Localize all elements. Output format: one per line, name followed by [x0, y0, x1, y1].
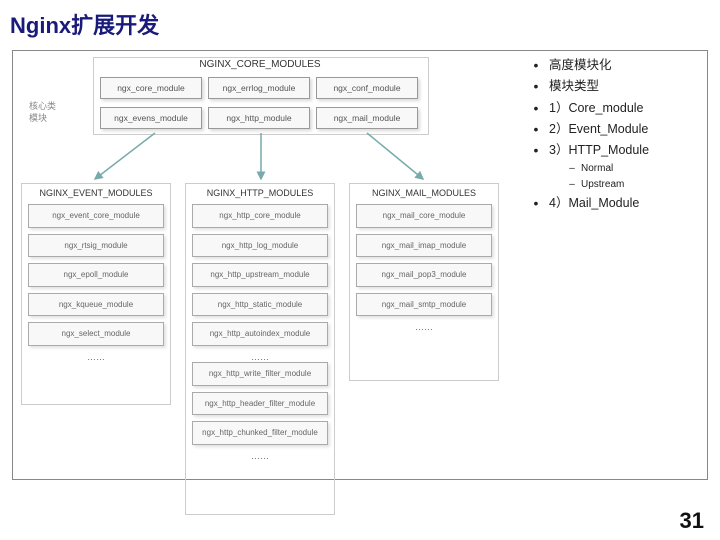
side-label-line2: 模块 — [29, 113, 47, 123]
ellipsis: …… — [356, 322, 492, 332]
module-box: ngx_mail_imap_module — [356, 234, 492, 258]
module-box: ngx_errlog_module — [208, 77, 310, 99]
main-content-frame: NGINX_CORE_MODULES 核心类 模块 ngx_core_modul… — [12, 50, 708, 480]
module-box: ngx_conf_module — [316, 77, 418, 99]
core-row-1: ngx_core_module ngx_errlog_module ngx_co… — [100, 77, 418, 99]
module-box: ngx_select_module — [28, 322, 164, 346]
bullet-list: • 高度模块化 • 模块类型 • 1）Core_module • 2）Event… — [523, 55, 713, 215]
module-box: ngx_http_static_module — [192, 293, 328, 317]
module-box: ngx_event_core_module — [28, 204, 164, 228]
module-box: ngx_http_upstream_module — [192, 263, 328, 287]
side-label-line1: 核心类 — [29, 101, 56, 111]
bullet-text: 1）Core_module — [549, 98, 644, 119]
module-box: ngx_epoll_module — [28, 263, 164, 287]
module-box: ngx_http_chunked_filter_module — [192, 421, 328, 445]
slide-title: Nginx扩展开发 — [10, 8, 159, 40]
bullet-text: 高度模块化 — [549, 55, 612, 76]
http-modules-column: NGINX_HTTP_MODULES ngx_http_core_module … — [185, 183, 335, 515]
event-col-header: NGINX_EVENT_MODULES — [28, 188, 164, 198]
bullet-dot-icon: • — [523, 98, 549, 119]
bullet-dot-icon: • — [523, 76, 549, 97]
sub-bullet-list: – Normal – Upstream — [563, 161, 713, 193]
bullet-text: 3）HTTP_Module — [549, 140, 649, 161]
list-item: • 模块类型 — [523, 76, 713, 97]
list-item: • 2）Event_Module — [523, 119, 713, 140]
http-col-header: NGINX_HTTP_MODULES — [192, 188, 328, 198]
bullet-dot-icon: • — [523, 55, 549, 76]
module-box: ngx_http_write_filter_module — [192, 362, 328, 386]
list-item: – Upstream — [563, 177, 713, 193]
ellipsis: …… — [192, 451, 328, 461]
list-item: • 3）HTTP_Module — [523, 140, 713, 161]
module-box: ngx_mail_core_module — [356, 204, 492, 228]
bullet-dot-icon: • — [523, 140, 549, 161]
event-modules-column: NGINX_EVENT_MODULES ngx_event_core_modul… — [21, 183, 171, 405]
bullet-text: 2）Event_Module — [549, 119, 648, 140]
module-box: ngx_mail_smtp_module — [356, 293, 492, 317]
list-item: • 4）Mail_Module — [523, 193, 713, 214]
list-item: • 高度模块化 — [523, 55, 713, 76]
connector-arrows-icon — [15, 131, 505, 181]
module-box: ngx_evens_module — [100, 107, 202, 129]
list-item: – Normal — [563, 161, 713, 177]
module-diagram: NGINX_CORE_MODULES 核心类 模块 ngx_core_modul… — [15, 53, 505, 473]
ellipsis: …… — [28, 352, 164, 362]
module-box: ngx_rtsig_module — [28, 234, 164, 258]
mail-col-header: NGINX_MAIL_MODULES — [356, 188, 492, 198]
sub-bullet-text: Upstream — [581, 177, 624, 193]
dash-icon: – — [563, 177, 581, 193]
core-side-label: 核心类 模块 — [29, 101, 56, 124]
bullet-dot-icon: • — [523, 119, 549, 140]
module-box: ngx_http_module — [208, 107, 310, 129]
bullet-text: 模块类型 — [549, 76, 599, 97]
module-box: ngx_mail_module — [316, 107, 418, 129]
module-box: ngx_http_autoindex_module — [192, 322, 328, 346]
module-box: ngx_core_module — [100, 77, 202, 99]
page-number: 31 — [680, 508, 704, 534]
module-box: ngx_http_header_filter_module — [192, 392, 328, 416]
module-box: ngx_http_log_module — [192, 234, 328, 258]
ellipsis: …… — [192, 352, 328, 362]
list-item: • 1）Core_module — [523, 98, 713, 119]
core-row-2: ngx_evens_module ngx_http_module ngx_mai… — [100, 107, 418, 129]
bullet-text: 4）Mail_Module — [549, 193, 639, 214]
module-box: ngx_mail_pop3_module — [356, 263, 492, 287]
core-modules-header: NGINX_CORE_MODULES — [135, 59, 385, 70]
mail-modules-column: NGINX_MAIL_MODULES ngx_mail_core_module … — [349, 183, 499, 381]
bullet-dot-icon: • — [523, 193, 549, 214]
sub-bullet-text: Normal — [581, 161, 613, 177]
dash-icon: – — [563, 161, 581, 177]
module-box: ngx_kqueue_module — [28, 293, 164, 317]
module-box: ngx_http_core_module — [192, 204, 328, 228]
